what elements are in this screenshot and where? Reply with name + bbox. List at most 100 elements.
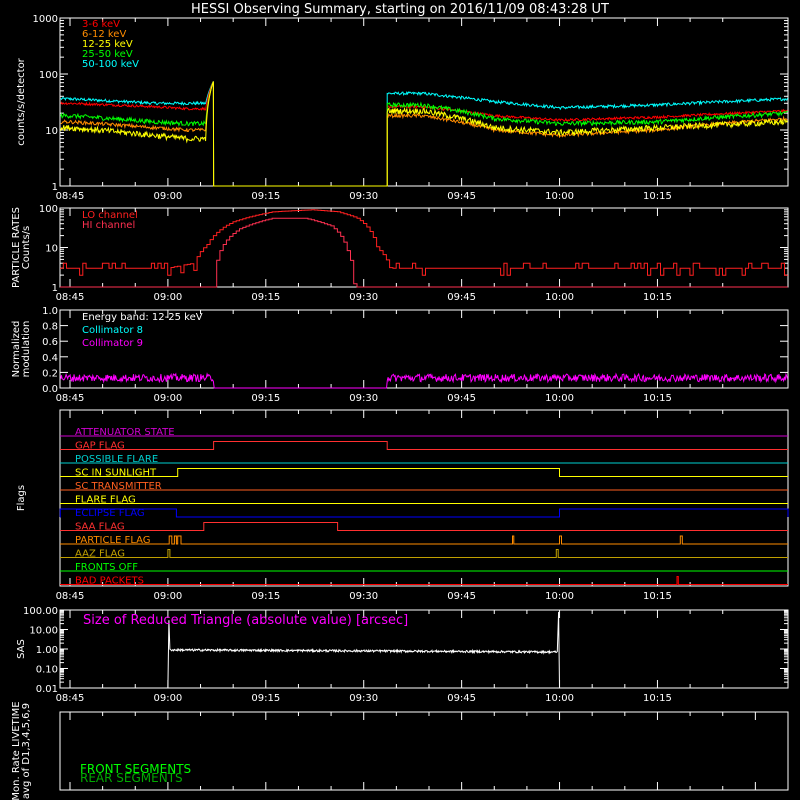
line-hi-channel [60, 217, 788, 288]
hessi-summary-figure: HESSI Observing Summary, starting on 201… [11, 2, 789, 800]
flag-possible-flare: POSSIBLE FLARE [60, 454, 788, 465]
flag-label: FLARE FLAG [75, 495, 136, 506]
count-rate-panel-frame [59, 17, 789, 187]
particle-rate-panel: 08:45 09:00 09:15 09:30 09:45 10:00 10:15 1 10 10… [11, 204, 789, 303]
y-tick-label: 1.0 [42, 306, 58, 317]
y-axis-label: Counts/s [21, 226, 32, 270]
x-tick-label: 10:15 [643, 393, 672, 404]
y-tick-label: 0.01 [36, 684, 58, 695]
x-tick-label: 10:00 [545, 591, 574, 602]
x-tick-label: 10:00 [545, 693, 574, 704]
x-tick-label: 09:30 [349, 292, 378, 303]
flag-gap-flag: GAP FLAG [60, 441, 788, 452]
x-tick-label: 09:00 [153, 292, 182, 303]
flag-line [60, 549, 788, 558]
y-axis-label: SAS [16, 639, 27, 659]
flag-fronts-off: FRONTS OFF [60, 562, 788, 573]
flag-line [60, 468, 788, 477]
legend-collimator-9: Collimator 9 [82, 338, 143, 349]
y-axis-label: modulation [21, 321, 32, 378]
flag-flare-flag: FLARE FLAG [60, 495, 788, 506]
legend-50-100-kev: 50-100 keV [82, 59, 139, 70]
x-tick-label: 09:00 [153, 693, 182, 704]
x-tick-label: 09:15 [251, 292, 280, 303]
x-tick-label: 09:30 [349, 393, 378, 404]
flag-attenuator-state: ATTENUATOR STATE [60, 427, 788, 438]
series-50-100-kev [60, 81, 788, 187]
flag-eclipse-flag: ECLIPSE FLAG [59, 508, 789, 519]
x-tick-label: 09:30 [349, 191, 378, 202]
x-tick-label: 10:15 [643, 191, 672, 202]
x-tick-label: 08:45 [56, 693, 85, 704]
y-tick-label: 1.00 [36, 645, 58, 656]
flag-label: POSSIBLE FLARE [75, 454, 158, 465]
x-tick-label: 09:15 [251, 591, 280, 602]
x-tick-label: 08:45 [56, 393, 85, 404]
line-3-6-kev [60, 81, 788, 187]
flag-line [60, 441, 788, 450]
y-tick-label: 1 [52, 283, 58, 294]
flag-line [60, 576, 788, 585]
x-tick-label: 10:15 [643, 591, 672, 602]
flag-label: ECLIPSE FLAG [75, 508, 145, 519]
x-tick-label: 09:00 [153, 191, 182, 202]
y-tick-label: 100 [39, 204, 58, 215]
y-tick-label: 1000 [33, 14, 58, 25]
y-axis-label: avg of D1,3,4,5,6,9 [21, 703, 32, 799]
x-tick-label: 10:00 [545, 292, 574, 303]
y-tick-label: 0.8 [42, 322, 58, 333]
x-tick-label: 09:15 [251, 693, 280, 704]
x-tick-label: 09:30 [349, 591, 378, 602]
x-tick-label: 10:00 [545, 191, 574, 202]
flag-saa-flag: SAA FLAG [60, 522, 788, 533]
y-tick-label: 1 [52, 182, 58, 193]
flag-label: AAZ FLAG [75, 549, 125, 560]
line-6-12-kev [60, 81, 788, 187]
flag-label: SAA FLAG [75, 522, 125, 533]
legend-collimator-8: Collimator 8 [82, 325, 143, 336]
series-6-12-kev [60, 81, 788, 187]
series-3-6-kev [60, 81, 788, 187]
x-tick-label: 09:45 [447, 292, 476, 303]
y-tick-label: 0.0 [42, 384, 58, 395]
y-tick-label: 100.00 [23, 606, 58, 617]
livetime-panel: Mon. Rate LIVETIME avg of D1,3,4,5,6,9 FRO… [11, 701, 789, 800]
series-12-25-kev [60, 81, 788, 187]
x-tick-label: 10:15 [643, 292, 672, 303]
flag-sc-in-sunlight: SC IN SUNLIGHT [60, 468, 788, 479]
x-tick-label: 08:45 [56, 292, 85, 303]
flag-label: SC IN SUNLIGHT [75, 468, 157, 479]
legend-hi-channel: HI channel [82, 220, 135, 231]
x-tick-label: 09:45 [447, 591, 476, 602]
x-tick-label: 09:30 [349, 693, 378, 704]
flag-line [59, 508, 789, 518]
x-tick-label: 09:45 [447, 693, 476, 704]
flag-label: GAP FLAG [75, 441, 125, 452]
y-tick-label: 100 [39, 70, 58, 81]
x-tick-label: 08:45 [56, 591, 85, 602]
line-lo-channel [60, 209, 788, 276]
x-tick-label: 10:15 [643, 693, 672, 704]
x-tick-label: 09:00 [153, 393, 182, 404]
flag-sc-transmitter: SC TRANSMITTER [60, 481, 788, 492]
modulation-panel: 08:45 09:00 09:15 09:30 09:45 10:00 10:15 0.0 0.… [11, 306, 789, 404]
sas-annotation: Size of Reduced Triangle (absolute value… [83, 613, 408, 628]
legend-rear-segments: REAR SEGMENTS [80, 771, 183, 785]
flag-aaz-flag: AAZ FLAG [60, 549, 788, 560]
x-tick-label: 08:45 [56, 191, 85, 202]
figure-title: HESSI Observing Summary, starting on 201… [191, 2, 609, 17]
flag-label: BAD PACKETS [75, 576, 144, 587]
flags-panel: 08:45 09:00 09:15 09:30 09:45 10:00 10:15 Flags… [16, 409, 789, 602]
line-12-25-kev [60, 81, 788, 187]
y-tick-label: 0.6 [42, 337, 58, 348]
flag-label: ATTENUATOR STATE [75, 427, 175, 438]
flag-label: SC TRANSMITTER [75, 481, 162, 492]
y-axis-label: counts/s/detector [16, 57, 27, 145]
x-tick-label: 10:00 [545, 393, 574, 404]
y-tick-label: 10 [45, 126, 58, 137]
flag-bad-packets: BAD PACKETS [60, 576, 788, 587]
y-axis-label: Flags [16, 485, 27, 511]
flag-line [60, 535, 788, 545]
flag-line [60, 522, 788, 531]
sas-panel: 08:45 09:00 09:15 09:30 09:45 10:00 10:15 0.01 0… [16, 606, 789, 704]
